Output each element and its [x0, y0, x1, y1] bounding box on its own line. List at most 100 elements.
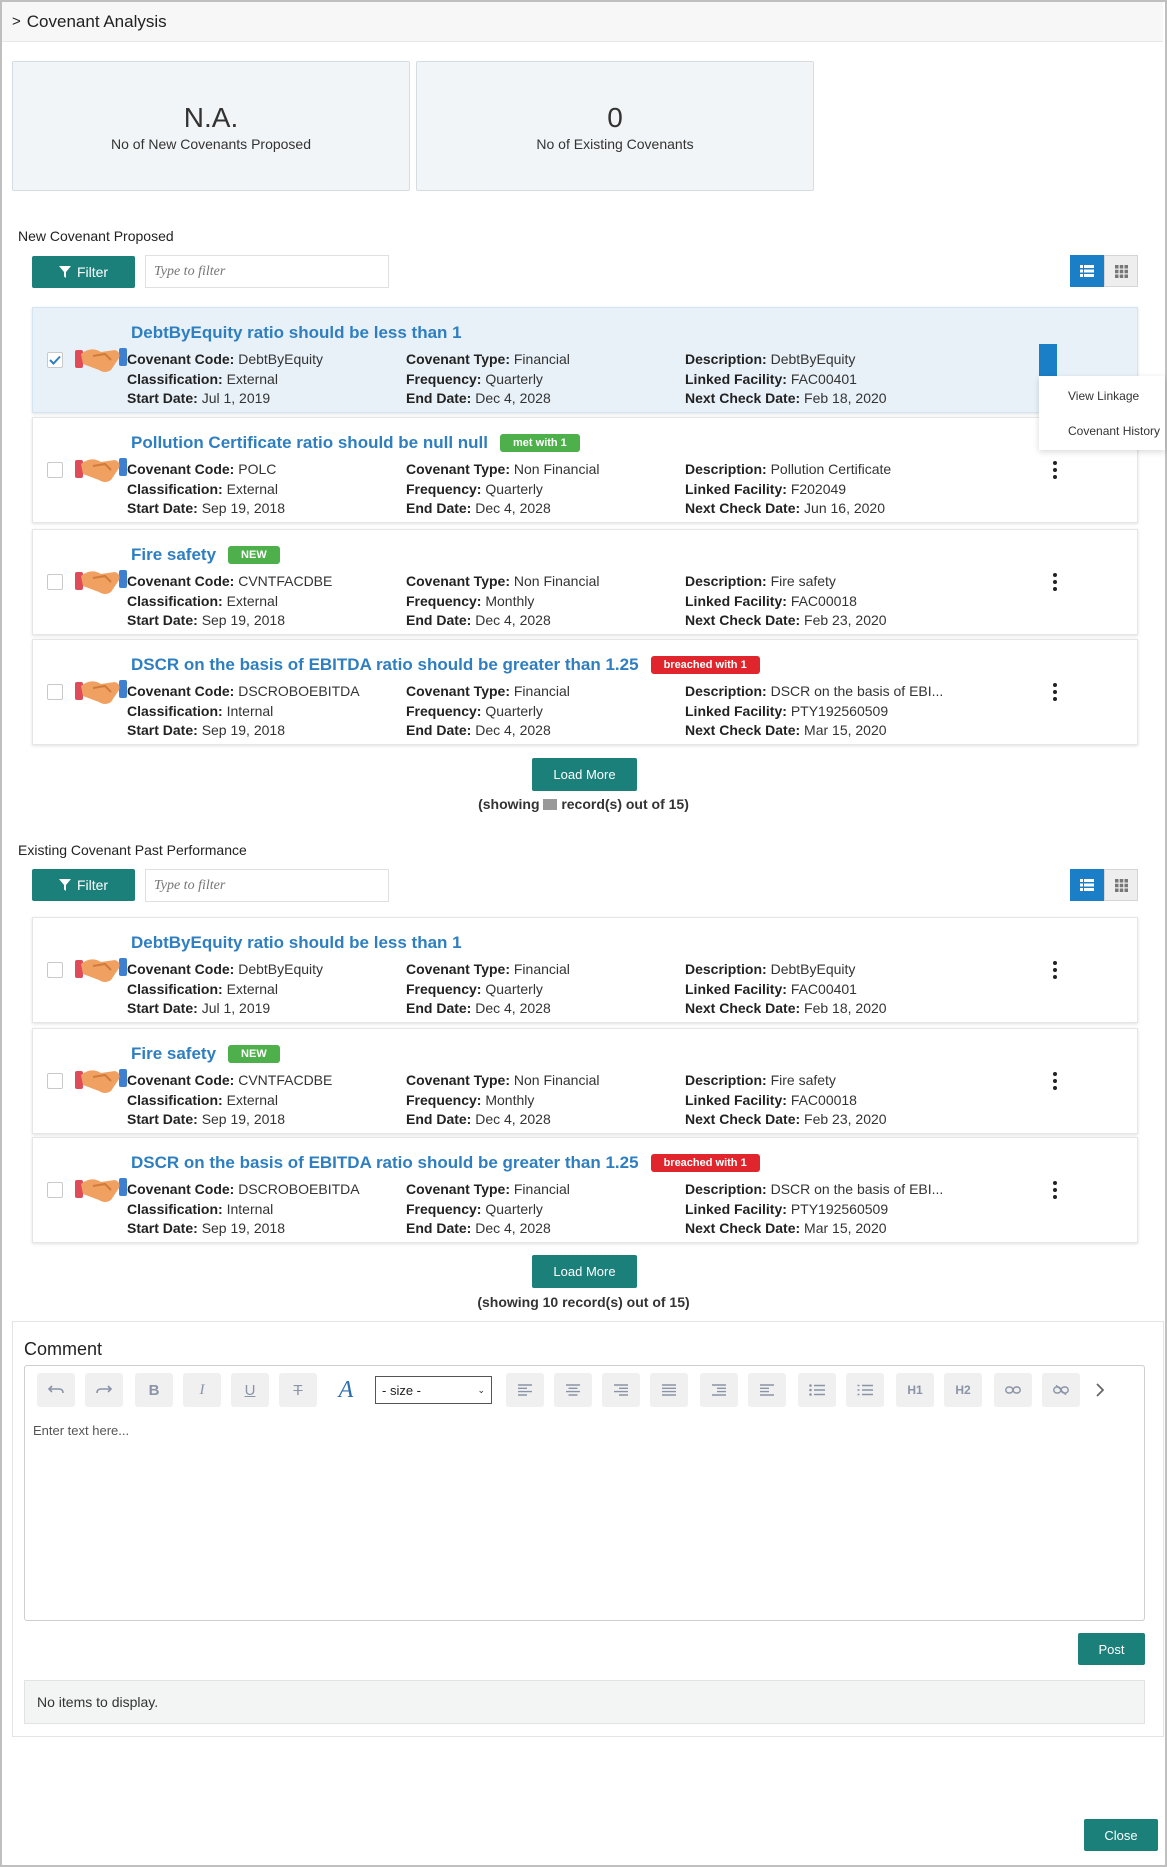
covenant-card[interactable]: Fire safety NEW Covenant Code: CVNTFACDBE… — [32, 529, 1138, 635]
load-more-button[interactable]: Load More — [532, 758, 637, 791]
align-right-icon — [614, 1384, 628, 1396]
filter-input[interactable] — [145, 869, 389, 902]
covenant-title[interactable]: Fire safety — [131, 545, 216, 564]
stat-label: No of New Covenants Proposed — [111, 136, 311, 152]
covenant-title[interactable]: DSCR on the basis of EBITDA ratio should… — [131, 655, 639, 674]
chevron-down-icon: ⌄ — [477, 1384, 485, 1395]
handshake-icon — [75, 348, 127, 372]
filter-label: Filter — [76, 877, 109, 893]
card-col-2: Covenant Type: Non Financial Frequency: … — [406, 461, 600, 516]
card-checkbox[interactable] — [47, 352, 63, 368]
font-color-button[interactable]: A — [327, 1373, 365, 1407]
covenant-card[interactable]: DSCR on the basis of EBITDA ratio should… — [32, 639, 1138, 745]
numbered-list-button[interactable] — [846, 1373, 884, 1407]
load-more-button[interactable]: Load More — [532, 1255, 637, 1288]
grid-view-button[interactable] — [1104, 869, 1138, 901]
covenant-card[interactable]: Pollution Certificate ratio should be nu… — [32, 417, 1138, 523]
font-size-select[interactable]: - size - ⌄ — [375, 1376, 492, 1404]
indent-button[interactable] — [748, 1373, 786, 1407]
covenant-title[interactable]: DebtByEquity ratio should be less than 1 — [131, 933, 462, 952]
covenant-type: Non Financial — [513, 1072, 600, 1088]
covenant-title-link[interactable]: DebtByEquity ratio should be less than 1 — [131, 323, 462, 343]
end-date: Dec 4, 2028 — [475, 1220, 551, 1236]
align-left-button[interactable] — [506, 1373, 544, 1407]
start-date: Sep 19, 2018 — [201, 722, 285, 738]
card-checkbox[interactable] — [47, 462, 63, 478]
grid-view-button[interactable] — [1104, 255, 1138, 287]
toolbar-more-button[interactable] — [1090, 1373, 1110, 1407]
chevron-right-icon[interactable]: > — [12, 13, 21, 30]
heading2-button[interactable]: H2 — [944, 1373, 982, 1407]
more-options-icon[interactable] — [1045, 458, 1065, 482]
frequency: Quarterly — [485, 480, 543, 497]
covenant-card[interactable]: Fire safety NEW Covenant Code: CVNTFACDBE… — [32, 1028, 1138, 1134]
covenant-title[interactable]: DebtByEquity ratio should be less than 1 — [131, 323, 462, 342]
covenant-card[interactable]: DebtByEquity ratio should be less than 1… — [32, 307, 1138, 413]
more-options-icon[interactable] — [1045, 680, 1065, 704]
remove-link-button[interactable] — [1042, 1373, 1080, 1407]
editor-placeholder[interactable]: Enter text here... — [33, 1423, 129, 1438]
card-checkbox[interactable] — [47, 962, 63, 978]
more-options-icon[interactable] — [1045, 1069, 1065, 1093]
italic-button[interactable]: I — [183, 1373, 221, 1407]
classification: External — [226, 480, 278, 497]
frequency: Quarterly — [485, 702, 543, 719]
end-date: Dec 4, 2028 — [475, 1000, 551, 1016]
covenant-title-link[interactable]: Fire safety NEW — [131, 545, 280, 565]
underline-button[interactable]: U — [231, 1373, 269, 1407]
handshake-icon — [75, 680, 127, 704]
more-options-icon[interactable] — [1045, 958, 1065, 982]
menu-item-covenant-history[interactable]: Covenant History — [1068, 424, 1160, 438]
filter-button[interactable]: Filter — [32, 869, 135, 901]
filter-button[interactable]: Filter — [32, 256, 135, 288]
align-right-button[interactable] — [602, 1373, 640, 1407]
list-view-icon — [1080, 879, 1094, 891]
more-options-active-button[interactable] — [1039, 344, 1057, 376]
more-options-icon[interactable] — [1045, 570, 1065, 594]
view-toggle — [1070, 255, 1138, 287]
card-checkbox[interactable] — [47, 1182, 63, 1198]
covenant-card[interactable]: DebtByEquity ratio should be less than 1… — [32, 917, 1138, 1023]
align-center-icon — [566, 1384, 580, 1396]
post-button[interactable]: Post — [1078, 1633, 1145, 1665]
covenant-title[interactable]: Pollution Certificate ratio should be nu… — [131, 433, 488, 452]
bullet-list-button[interactable] — [798, 1373, 836, 1407]
menu-item-view-linkage[interactable]: View Linkage — [1068, 389, 1139, 403]
list-view-button[interactable] — [1070, 869, 1104, 901]
justify-button[interactable] — [650, 1373, 688, 1407]
covenant-type: Financial — [513, 683, 570, 699]
covenant-card[interactable]: DSCR on the basis of EBITDA ratio should… — [32, 1137, 1138, 1243]
more-options-icon[interactable] — [1045, 1178, 1065, 1202]
card-col-1: Covenant Code: DebtByEquity Classificati… — [127, 351, 324, 406]
card-checkbox[interactable] — [47, 684, 63, 700]
card-context-menu: View Linkage Covenant History — [1039, 376, 1165, 450]
heading1-icon: H1 — [907, 1383, 923, 1397]
bold-button[interactable]: B — [135, 1373, 173, 1407]
heading1-button[interactable]: H1 — [896, 1373, 934, 1407]
align-center-button[interactable] — [554, 1373, 592, 1407]
showing-count: (showing 10 record(s) out of 15) — [477, 1294, 690, 1310]
covenant-title[interactable]: DSCR on the basis of EBITDA ratio should… — [131, 1153, 639, 1172]
covenant-title-link[interactable]: DebtByEquity ratio should be less than 1 — [131, 933, 462, 953]
covenant-title-link[interactable]: Pollution Certificate ratio should be nu… — [131, 433, 580, 453]
rich-text-editor[interactable]: B I U T A - size - ⌄ H1 H2 Enter text her… — [24, 1365, 1145, 1621]
covenant-title-link[interactable]: Fire safety NEW — [131, 1044, 280, 1064]
card-checkbox[interactable] — [47, 1073, 63, 1089]
section-header[interactable]: > Covenant Analysis — [2, 2, 1163, 42]
covenant-title[interactable]: Fire safety — [131, 1044, 216, 1063]
filter-input[interactable] — [145, 255, 389, 288]
insert-link-button[interactable] — [994, 1373, 1032, 1407]
description: Pollution Certificate — [770, 461, 892, 477]
covenant-title-link[interactable]: DSCR on the basis of EBITDA ratio should… — [131, 1153, 760, 1173]
strikethrough-button[interactable]: T — [279, 1373, 317, 1407]
covenant-type: Financial — [513, 1181, 570, 1197]
list-view-button[interactable] — [1070, 255, 1104, 287]
card-checkbox[interactable] — [47, 574, 63, 590]
redo-button[interactable] — [85, 1373, 123, 1407]
covenant-title-link[interactable]: DSCR on the basis of EBITDA ratio should… — [131, 655, 760, 675]
undo-button[interactable] — [37, 1373, 75, 1407]
close-button[interactable]: Close — [1084, 1819, 1158, 1851]
card-col-2: Covenant Type: Financial Frequency: Quar… — [406, 1181, 570, 1236]
outdent-button[interactable] — [700, 1373, 738, 1407]
filter-icon — [58, 266, 71, 278]
